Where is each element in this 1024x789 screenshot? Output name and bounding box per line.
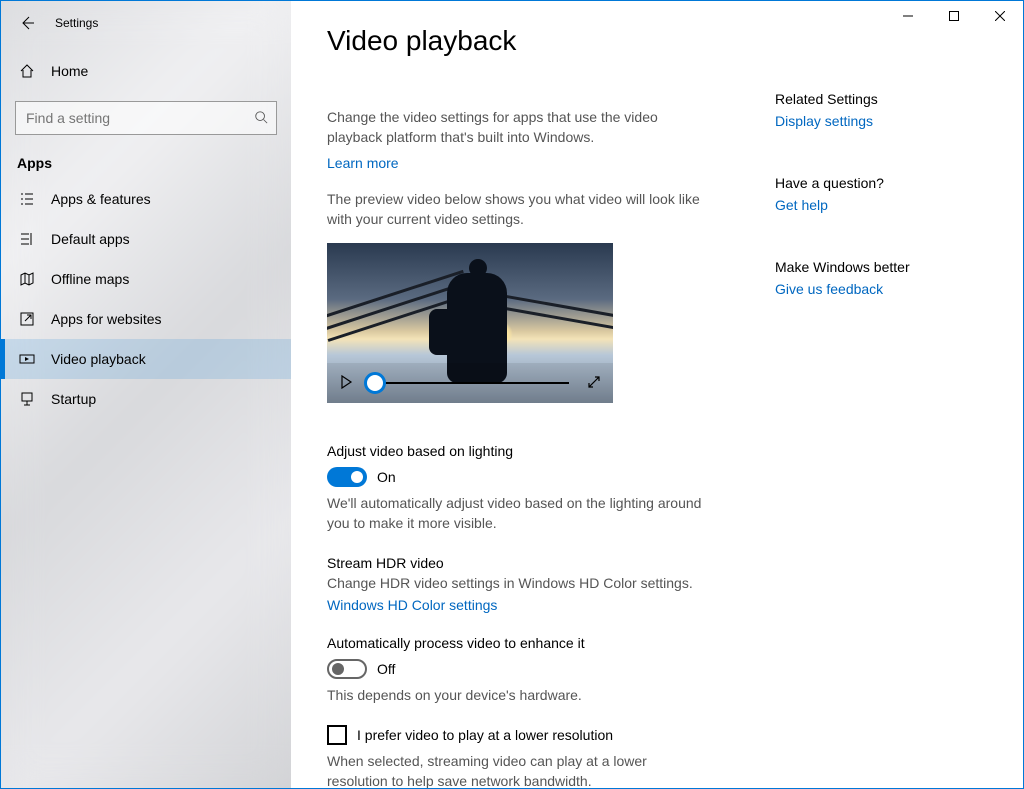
video-preview[interactable] (327, 243, 613, 403)
sidebar: Settings Home Apps Apps & features Defau… (1, 1, 291, 788)
display-settings-link[interactable]: Display settings (775, 113, 1003, 129)
sidebar-item-video-playback[interactable]: Video playback (1, 339, 291, 379)
content: Video playback Change the video settings… (291, 1, 775, 788)
adjust-lighting-toggle[interactable] (327, 467, 367, 487)
stream-hdr-desc: Change HDR video settings in Windows HD … (327, 573, 707, 593)
sidebar-item-apps-features[interactable]: Apps & features (1, 179, 291, 219)
titlebar (885, 1, 1023, 31)
intro-text: Change the video settings for apps that … (327, 107, 707, 147)
lower-resolution-desc: When selected, streaming video can play … (327, 751, 707, 788)
get-help-link[interactable]: Get help (775, 197, 1003, 213)
auto-enhance-state: Off (377, 661, 395, 677)
list-icon (17, 191, 37, 207)
give-feedback-link[interactable]: Give us feedback (775, 281, 1003, 297)
video-controls (327, 363, 613, 403)
fullscreen-icon[interactable] (587, 375, 601, 392)
preview-text: The preview video below shows you what v… (327, 189, 707, 229)
close-button[interactable] (977, 1, 1023, 31)
open-icon (17, 311, 37, 327)
sidebar-item-label: Default apps (51, 231, 130, 247)
app-title: Settings (55, 16, 98, 30)
sidebar-item-apps-websites[interactable]: Apps for websites (1, 299, 291, 339)
adjust-lighting-desc: We'll automatically adjust video based o… (327, 493, 707, 533)
sidebar-item-startup[interactable]: Startup (1, 379, 291, 419)
question-head: Have a question? (775, 175, 1003, 191)
lower-resolution-label: I prefer video to play at a lower resolu… (357, 727, 613, 743)
sidebar-item-label: Startup (51, 391, 96, 407)
auto-enhance-desc: This depends on your device's hardware. (327, 685, 707, 705)
map-icon (17, 271, 37, 287)
sidebar-home[interactable]: Home (1, 51, 291, 91)
related-settings-head: Related Settings (775, 91, 1003, 107)
play-icon[interactable] (339, 375, 353, 392)
sidebar-item-default-apps[interactable]: Default apps (1, 219, 291, 259)
lower-resolution-checkbox[interactable] (327, 725, 347, 745)
auto-enhance-title: Automatically process video to enhance i… (327, 635, 775, 651)
stream-hdr-title: Stream HDR video (327, 555, 775, 571)
better-head: Make Windows better (775, 259, 1003, 275)
home-icon (17, 63, 37, 79)
settings-window: Settings Home Apps Apps & features Defau… (0, 0, 1024, 789)
right-column: Related Settings Display settings Have a… (775, 1, 1023, 788)
hd-color-settings-link[interactable]: Windows HD Color settings (327, 597, 497, 613)
defaults-icon (17, 231, 37, 247)
sidebar-item-offline-maps[interactable]: Offline maps (1, 259, 291, 299)
window-controls (885, 1, 1023, 31)
body: Settings Home Apps Apps & features Defau… (1, 1, 1023, 788)
sidebar-item-label: Video playback (51, 351, 146, 367)
search-box[interactable] (15, 101, 277, 135)
sidebar-top: Settings (1, 1, 291, 45)
minimize-button[interactable] (885, 1, 931, 31)
page-title: Video playback (327, 25, 775, 57)
auto-enhance-toggle[interactable] (327, 659, 367, 679)
home-label: Home (51, 63, 88, 79)
sidebar-item-label: Offline maps (51, 271, 129, 287)
sidebar-item-label: Apps & features (51, 191, 151, 207)
startup-icon (17, 391, 37, 407)
sidebar-item-label: Apps for websites (51, 311, 162, 327)
maximize-button[interactable] (931, 1, 977, 31)
video-decor (504, 295, 613, 319)
search-input[interactable] (24, 109, 254, 127)
search-icon (254, 110, 268, 127)
learn-more-link[interactable]: Learn more (327, 155, 399, 171)
back-button[interactable] (13, 9, 41, 37)
search-wrap (15, 101, 277, 135)
main: Video playback Change the video settings… (291, 1, 1023, 788)
adjust-lighting-state: On (377, 469, 396, 485)
video-icon (17, 351, 37, 367)
sidebar-section-title: Apps (17, 155, 291, 171)
adjust-lighting-title: Adjust video based on lighting (327, 443, 775, 459)
video-seek-thumb[interactable] (364, 372, 386, 394)
video-seek-track[interactable] (371, 382, 569, 384)
